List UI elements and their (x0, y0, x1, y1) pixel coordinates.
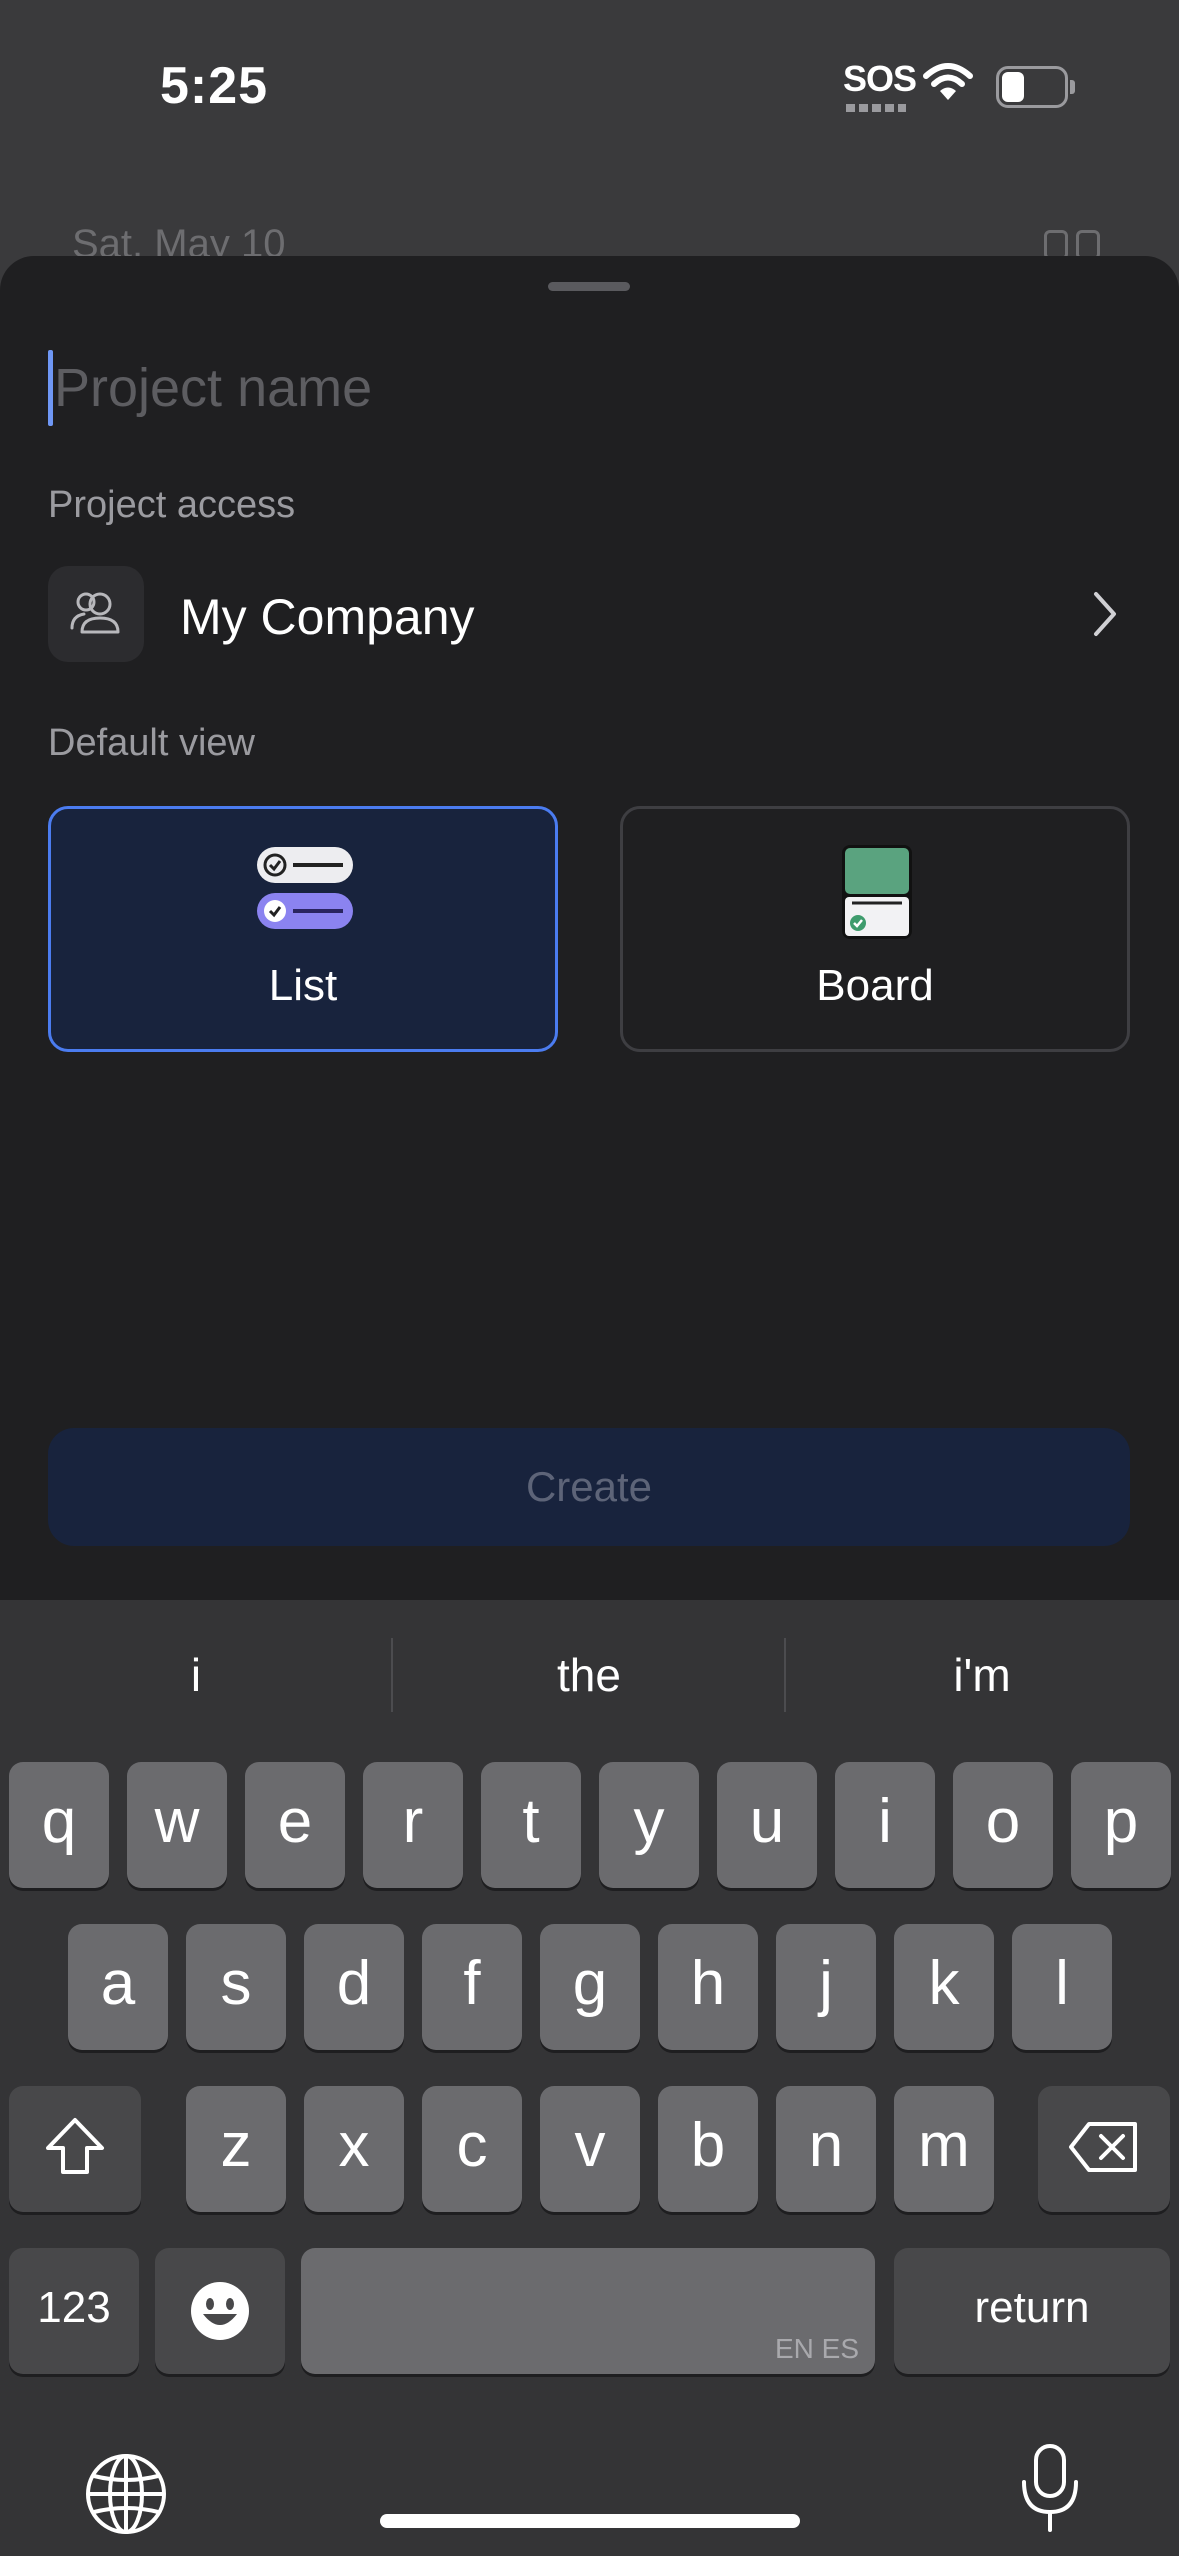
key-y[interactable]: y (599, 1762, 699, 1888)
key-d[interactable]: d (304, 1924, 404, 2050)
key-l[interactable]: l (1012, 1924, 1112, 2050)
project-name-input[interactable] (48, 348, 1054, 428)
globe-icon[interactable] (84, 2452, 168, 2536)
key-q[interactable]: q (9, 1762, 109, 1888)
microphone-icon[interactable] (1018, 2442, 1082, 2534)
suggestion-2[interactable]: the (393, 1600, 785, 1750)
key-z[interactable]: z (186, 2086, 286, 2212)
key-p[interactable]: p (1071, 1762, 1171, 1888)
sos-indicator: SOS (843, 58, 917, 99)
view-option-list[interactable]: List (48, 806, 558, 1052)
suggestion-bar: i the i'm (0, 1600, 1179, 1750)
create-button[interactable]: Create (48, 1428, 1130, 1546)
key-m[interactable]: m (894, 2086, 994, 2212)
space-language-tag: EN ES (774, 2333, 859, 2364)
key-n[interactable]: n (776, 2086, 876, 2212)
key-o[interactable]: o (953, 1762, 1053, 1888)
view-option-board[interactable]: Board (620, 806, 1130, 1052)
key-a[interactable]: a (68, 1924, 168, 2050)
space-key[interactable]: EN ES (301, 2248, 875, 2374)
default-view-label: Default view (48, 722, 255, 764)
numbers-key[interactable]: 123 (9, 2248, 139, 2374)
key-w[interactable]: w (127, 1762, 227, 1888)
key-k[interactable]: k (894, 1924, 994, 2050)
key-x[interactable]: x (304, 2086, 404, 2212)
suggestion-3[interactable]: i'm (786, 1600, 1178, 1750)
project-access-value: My Company (180, 589, 475, 645)
key-f[interactable]: f (422, 1924, 522, 2050)
wifi-icon (923, 63, 973, 100)
key-e[interactable]: e (245, 1762, 345, 1888)
keyboard: i the i'm q w e r t y u i o p a s d f g … (0, 1600, 1179, 2556)
key-j[interactable]: j (776, 1924, 876, 2050)
status-time: 5:25 (160, 57, 269, 115)
emoji-key[interactable] (155, 2248, 285, 2374)
signal-dots-icon (846, 104, 906, 112)
battery-icon (996, 66, 1075, 108)
project-access-row[interactable]: My Company (48, 566, 1130, 664)
key-i[interactable]: i (835, 1762, 935, 1888)
key-g[interactable]: g (540, 1924, 640, 2050)
delete-key[interactable] (1038, 2086, 1170, 2212)
key-u[interactable]: u (717, 1762, 817, 1888)
view-option-board-label: Board (816, 961, 934, 1010)
sheet-grabber[interactable] (548, 282, 630, 291)
chevron-right-icon (1094, 592, 1116, 636)
shift-key[interactable] (9, 2086, 141, 2212)
key-h[interactable]: h (658, 1924, 758, 2050)
board-view-icon (842, 845, 912, 939)
list-view-icon (257, 847, 353, 929)
key-t[interactable]: t (481, 1762, 581, 1888)
key-r[interactable]: r (363, 1762, 463, 1888)
people-icon (70, 592, 120, 634)
project-access-label: Project access (48, 484, 296, 526)
key-b[interactable]: b (658, 2086, 758, 2212)
key-c[interactable]: c (422, 2086, 522, 2212)
emoji-icon (191, 2282, 249, 2340)
home-indicator[interactable] (380, 2514, 800, 2528)
key-s[interactable]: s (186, 1924, 286, 2050)
status-bar: 5:25 SOS (0, 0, 1179, 170)
shift-icon (46, 2118, 104, 2174)
view-option-list-label: List (268, 961, 338, 1010)
text-caret (48, 350, 53, 426)
key-v[interactable]: v (540, 2086, 640, 2212)
new-project-sheet: Project access My Company Default view (0, 256, 1179, 1606)
access-icon-tile (48, 566, 144, 662)
backspace-icon (1069, 2122, 1137, 2172)
suggestion-1[interactable]: i (0, 1600, 392, 1750)
return-key[interactable]: return (894, 2248, 1170, 2374)
